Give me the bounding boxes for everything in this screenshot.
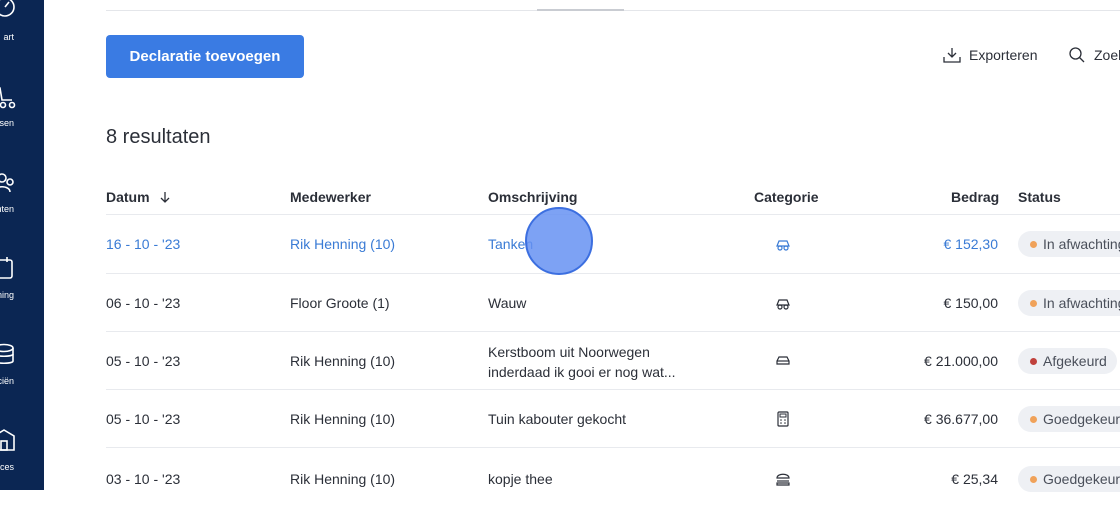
- table-row[interactable]: 03 - 10 - '23 Rik Henning (10) kopje the…: [106, 447, 1120, 506]
- search-button[interactable]: Zoek: [1068, 46, 1120, 64]
- status-badge: Afgekeurd: [1018, 348, 1117, 374]
- row-employee[interactable]: Rik Henning (10): [290, 236, 395, 252]
- sidebar-item-label: nten: [0, 204, 14, 214]
- status-dot: [1030, 240, 1037, 248]
- row-employee: Floor Groote (1): [290, 295, 390, 311]
- row-date: 03 - 10 - '23: [106, 471, 181, 487]
- sidebar: art ssen nten ning nciën: [0, 0, 44, 490]
- table-row[interactable]: 16 - 10 - '23 Rik Henning (10) Tanken € …: [106, 214, 1120, 273]
- header-date-label: Datum: [106, 189, 150, 205]
- status-dot: [1030, 475, 1037, 483]
- sidebar-item-label: ssen: [0, 118, 14, 128]
- car-front-icon: [776, 240, 790, 251]
- sidebar-item-label: urces: [0, 462, 14, 472]
- search-icon: [1069, 47, 1085, 63]
- header-description[interactable]: Omschrijving: [488, 189, 577, 205]
- add-declaration-button[interactable]: Declaratie toevoegen: [106, 35, 304, 78]
- dashboard-icon: [0, 0, 15, 17]
- table-row[interactable]: 06 - 10 - '23 Floor Groote (1) Wauw € 15…: [106, 273, 1120, 332]
- status-badge: In afwachting: [1018, 231, 1120, 257]
- car-icon: [776, 356, 790, 365]
- click-indicator: [525, 207, 593, 275]
- calendar-icon: [0, 257, 13, 279]
- header-category[interactable]: Categorie: [754, 189, 819, 205]
- export-button[interactable]: Exporteren: [943, 46, 1037, 64]
- row-amount: € 36.677,00: [924, 411, 998, 427]
- building-icon: [0, 429, 15, 451]
- status-label: Goedgekeurd: [1043, 411, 1120, 427]
- sidebar-item-label: nciën: [0, 376, 14, 386]
- users-icon: [0, 173, 14, 193]
- row-description: Wauw: [488, 295, 527, 311]
- export-label: Exporteren: [969, 47, 1038, 63]
- status-dot: [1030, 415, 1037, 423]
- status-dot: [1030, 299, 1037, 307]
- car-front-icon: [776, 299, 790, 310]
- sort-down-icon: [160, 192, 170, 203]
- sidebar-item-planning[interactable]: ning: [0, 256, 44, 326]
- header-employee[interactable]: Medewerker: [290, 189, 371, 205]
- cart-icon: [0, 87, 16, 109]
- sidebar-item-label: art: [3, 32, 14, 42]
- row-description: Kerstboom uit Noorwegen inderdaad ik goo…: [488, 344, 676, 380]
- row-amount: € 25,34: [951, 471, 998, 487]
- row-description: kopje thee: [488, 471, 553, 487]
- row-description: Tuin kabouter gekocht: [488, 411, 627, 427]
- sidebar-item-kassen[interactable]: ssen: [0, 84, 44, 154]
- sidebar-item-klanten[interactable]: nten: [0, 170, 44, 240]
- row-amount: € 150,00: [943, 295, 999, 311]
- row-employee: Rik Henning (10): [290, 353, 396, 369]
- active-tab-indicator: [537, 9, 624, 11]
- sidebar-item-label: ning: [0, 290, 14, 300]
- status-label: In afwachting: [1043, 236, 1120, 252]
- table-row[interactable]: 05 - 10 - '23 Rik Henning (10) Kerstboom…: [106, 331, 1120, 390]
- sidebar-item-financien[interactable]: nciën: [0, 342, 44, 412]
- results-count: 8 resultaten: [106, 126, 211, 148]
- sidebar-item-start[interactable]: art: [0, 0, 44, 70]
- table-row[interactable]: 05 - 10 - '23 Rik Henning (10) Tuin kabo…: [106, 389, 1120, 448]
- row-amount: € 152,30: [943, 236, 999, 252]
- status-badge: Goedgekeurd: [1018, 406, 1120, 432]
- header-amount[interactable]: Bedrag: [951, 189, 999, 205]
- row-date: 05 - 10 - '23: [106, 353, 181, 369]
- row-date: 16 - 10 - '23: [106, 236, 181, 252]
- row-employee: Rik Henning (10): [290, 471, 396, 487]
- row-date: 06 - 10 - '23: [106, 295, 181, 311]
- calculator-icon: [777, 411, 789, 427]
- status-label: Afgekeurd: [1043, 353, 1107, 369]
- status-dot: [1030, 357, 1037, 365]
- coins-icon: [0, 343, 14, 365]
- header-date[interactable]: Datum: [106, 189, 171, 205]
- status-label: Goedgekeurd: [1043, 471, 1120, 487]
- food-icon: [776, 473, 790, 486]
- search-label: Zoek: [1094, 47, 1120, 63]
- status-badge: In afwachting: [1018, 290, 1120, 316]
- status-badge: Goedgekeurd: [1018, 466, 1120, 492]
- sidebar-item-resources[interactable]: urces: [0, 428, 44, 490]
- status-label: In afwachting: [1043, 295, 1120, 311]
- row-amount: € 21.000,00: [924, 353, 998, 369]
- row-date: 05 - 10 - '23: [106, 411, 181, 427]
- row-employee: Rik Henning (10): [290, 411, 396, 427]
- download-icon: [943, 48, 961, 63]
- header-status[interactable]: Status: [1018, 189, 1061, 205]
